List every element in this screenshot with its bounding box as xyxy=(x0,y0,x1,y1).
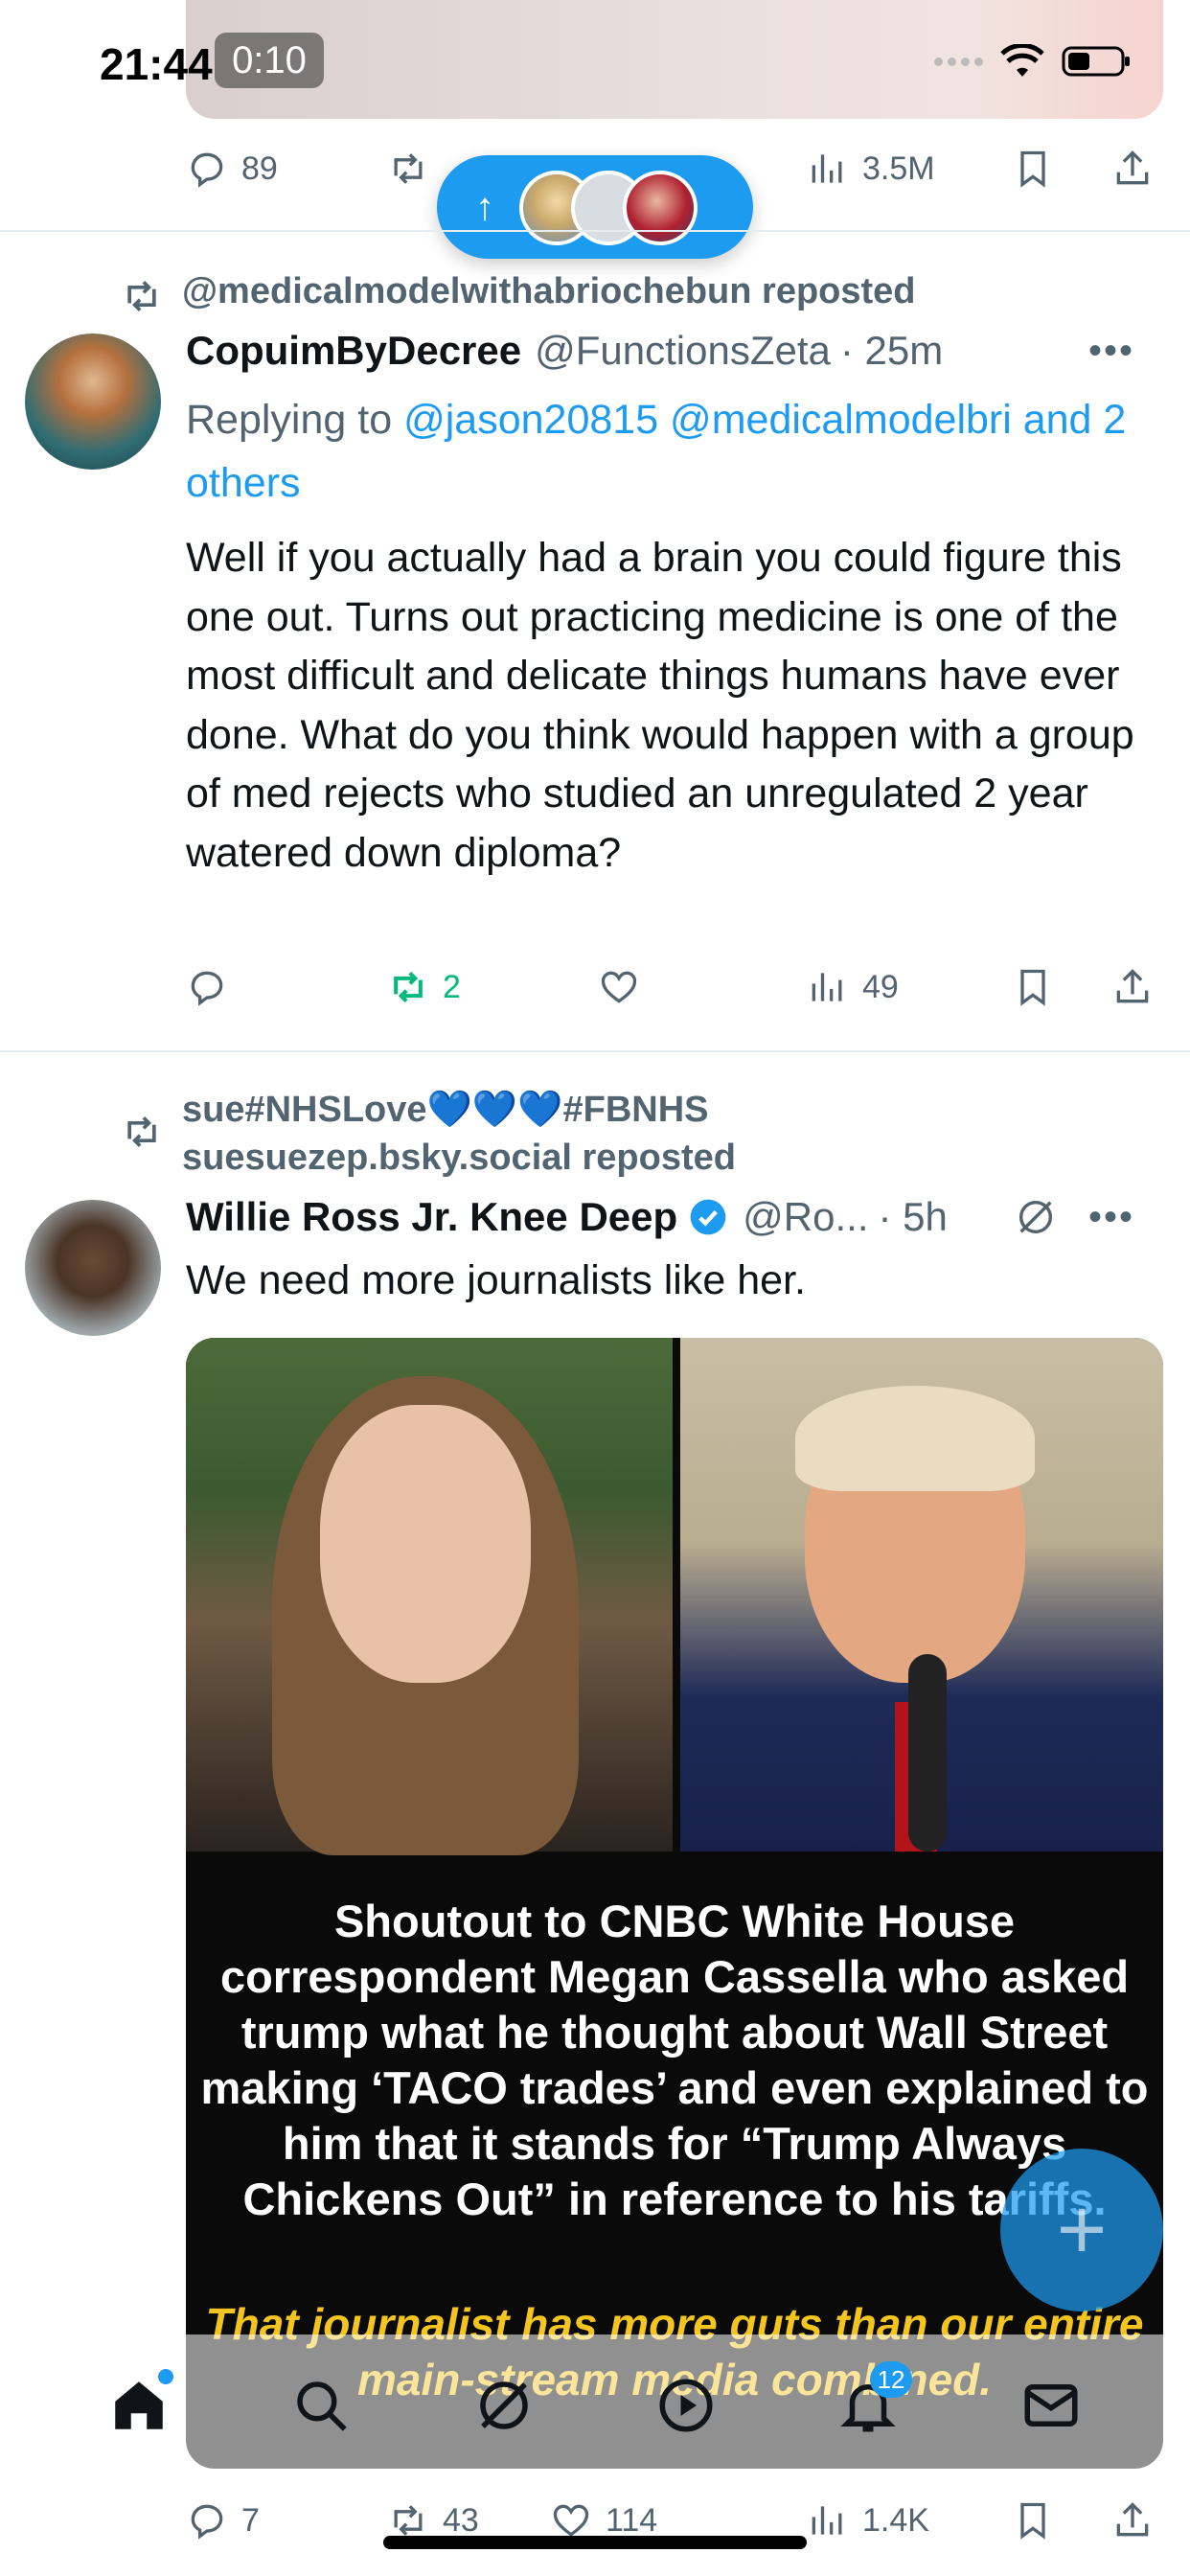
views-count: 49 xyxy=(862,968,899,1005)
reposted-by-name: sue#NHSLove💙💙💙#FBNHS xyxy=(182,1090,709,1130)
nav-notifications[interactable]: 12 xyxy=(820,2358,916,2453)
notifications-badge: 12 xyxy=(869,2361,913,2398)
views-button[interactable]: 3.5M xyxy=(807,148,935,190)
repost-icon xyxy=(127,281,156,311)
post-header: CopuimByDecree @FunctionsZeta · 25m ••• xyxy=(186,328,1163,374)
like-button[interactable] xyxy=(598,966,653,1008)
nav-grok[interactable] xyxy=(456,2358,552,2453)
decor xyxy=(320,1405,531,1683)
more-options-icon[interactable]: ••• xyxy=(1088,330,1134,373)
reply-count: 89 xyxy=(241,150,278,187)
divider xyxy=(0,1050,1190,1052)
mail-icon xyxy=(1024,2384,1078,2426)
reply-button[interactable]: 7 xyxy=(186,2499,260,2542)
reply-button[interactable]: 89 xyxy=(186,148,278,190)
verified-badge-icon xyxy=(690,1199,726,1235)
bookmark-button[interactable] xyxy=(1012,966,1054,1008)
repost-context[interactable]: sue#NHSLove💙💙💙#FBNHS suesuezep.bsky.soci… xyxy=(121,1086,736,1182)
author-handle[interactable]: @Ro... xyxy=(743,1194,868,1240)
author-name[interactable]: Willie Ross Jr. Knee Deep xyxy=(186,1194,677,1240)
author-handle[interactable]: @FunctionsZeta xyxy=(535,328,831,374)
post-actions: 2 49 xyxy=(186,958,1163,1016)
status-time: 21:44 xyxy=(100,39,213,89)
reposted-by: suesuezep.bsky.social reposted xyxy=(182,1138,736,1178)
repost-icon xyxy=(394,153,423,184)
views-button[interactable]: 1.4K xyxy=(807,2499,929,2542)
status-icons xyxy=(934,44,1133,79)
share-button[interactable] xyxy=(1111,148,1154,190)
video-still-left xyxy=(186,1338,673,1855)
bookmark-button[interactable] xyxy=(1012,2499,1054,2542)
bookmark-icon xyxy=(1020,969,1045,1006)
views-count: 1.4K xyxy=(862,2501,929,2539)
avatar[interactable] xyxy=(25,1200,161,1336)
arrow-up-icon: ↑ xyxy=(475,185,494,228)
search-icon xyxy=(297,2381,348,2431)
avatar[interactable] xyxy=(25,334,161,470)
muted-thread-icon[interactable] xyxy=(1014,1195,1058,1239)
home-indicator[interactable] xyxy=(383,2536,807,2549)
repost-icon xyxy=(394,971,423,1003)
more-options-icon[interactable]: ••• xyxy=(1088,1196,1134,1239)
reply-count: 7 xyxy=(241,2501,260,2539)
replying-prefix: Replying to xyxy=(186,397,393,443)
new-content-dot xyxy=(158,2369,174,2384)
screen-recording-timer: 0:10 xyxy=(215,33,324,88)
repost-count: 2 xyxy=(443,968,461,1005)
wifi-icon xyxy=(1000,44,1044,77)
repost-button[interactable]: 2 xyxy=(387,966,461,1008)
new-posts-pill[interactable]: ↑ xyxy=(437,155,753,259)
nav-home[interactable] xyxy=(91,2358,187,2453)
post-time: · 25m xyxy=(839,328,944,373)
reposted-by: @medicalmodelwithabriochebun reposted xyxy=(182,271,916,311)
video-still-right xyxy=(680,1338,1163,1852)
repost-button[interactable] xyxy=(387,148,443,190)
share-icon xyxy=(1116,969,1149,1003)
share-button[interactable] xyxy=(1111,2499,1154,2542)
views-icon xyxy=(812,973,842,1001)
replying-to: Replying to @jason20815 @medicalmodelbri… xyxy=(186,388,1134,515)
plus-icon: + xyxy=(1056,2181,1108,2278)
compose-button[interactable]: + xyxy=(1000,2149,1163,2312)
like-count: 114 xyxy=(606,2501,658,2539)
post-media-image[interactable]: Shoutout to CNBC White House corresponde… xyxy=(186,1338,1163,2469)
bookmark-icon xyxy=(1020,150,1045,188)
repost-context[interactable]: @medicalmodelwithabriochebun reposted xyxy=(121,267,916,317)
reply-icon xyxy=(191,152,223,188)
views-count: 3.5M xyxy=(862,150,935,187)
decor xyxy=(795,1386,1035,1491)
views-button[interactable]: 49 xyxy=(807,966,899,1008)
bottom-navigation: 12 xyxy=(0,2334,1190,2476)
share-icon xyxy=(1116,150,1149,185)
reply-icon xyxy=(191,971,223,1006)
heart-icon xyxy=(601,971,637,1003)
nav-videos[interactable] xyxy=(638,2358,734,2453)
views-icon xyxy=(812,154,842,183)
image-caption: Shoutout to CNBC White House corresponde… xyxy=(200,1896,1149,2224)
post-time: · 5h xyxy=(878,1194,948,1239)
reply-icon xyxy=(191,2504,223,2540)
nav-messages[interactable] xyxy=(1003,2358,1099,2453)
divider xyxy=(0,230,1190,232)
post-header: Willie Ross Jr. Knee Deep @Ro... · 5h ••… xyxy=(186,1194,1163,1240)
grok-icon xyxy=(480,2381,528,2429)
repost-icon xyxy=(127,1116,156,1147)
play-icon xyxy=(659,2379,713,2432)
cellular-icon xyxy=(934,57,983,66)
views-icon xyxy=(812,2506,842,2535)
decor xyxy=(908,1654,947,1852)
share-icon xyxy=(1116,2502,1149,2537)
repost-count: 43 xyxy=(443,2501,479,2539)
battery-icon xyxy=(1062,46,1130,77)
post-text[interactable]: We need more journalists like her. xyxy=(186,1252,1154,1311)
post-text[interactable]: Well if you actually had a brain you cou… xyxy=(186,529,1154,883)
nav-search[interactable] xyxy=(273,2358,369,2453)
avatar xyxy=(623,171,698,245)
share-button[interactable] xyxy=(1111,966,1154,1008)
author-name[interactable]: CopuimByDecree xyxy=(186,328,521,374)
bookmark-icon xyxy=(1020,2502,1045,2540)
reply-button[interactable] xyxy=(186,966,241,1008)
bookmark-button[interactable] xyxy=(1012,148,1054,190)
